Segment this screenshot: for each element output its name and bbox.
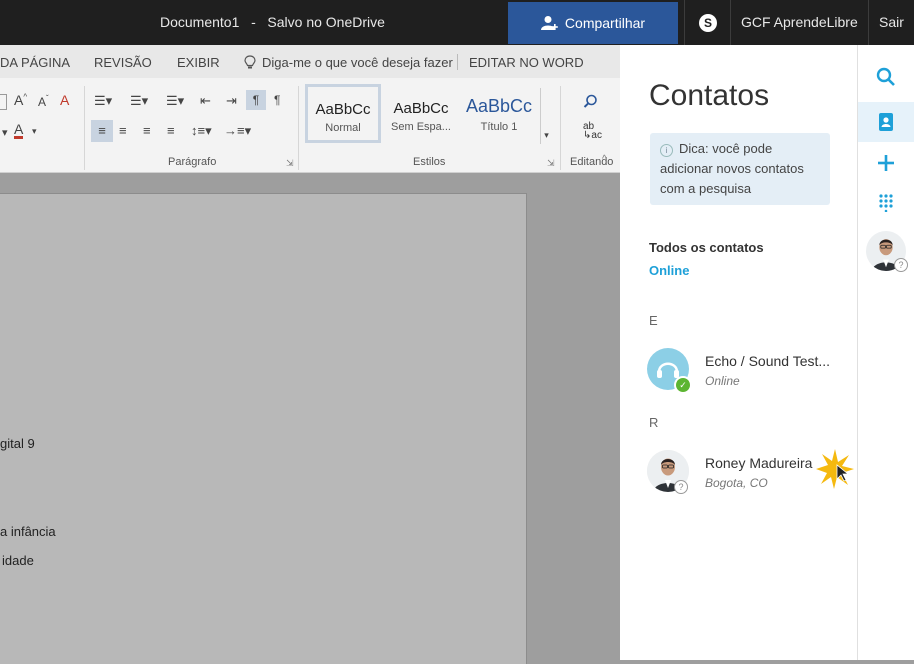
info-icon: i [660, 144, 673, 157]
increase-indent-icon[interactable]: ⇥ [226, 93, 237, 109]
lightbulb-icon [244, 55, 256, 69]
document-title: Documento1 - Salvo no OneDrive [160, 14, 385, 30]
style-sample: AaBbCc [465, 96, 533, 116]
contact-name: Roney Madureira [705, 455, 813, 471]
share-button[interactable]: Compartilhar [508, 2, 678, 44]
find-icon[interactable] [583, 94, 598, 109]
tab-view[interactable]: EXIBIR [177, 55, 220, 70]
user-account-name[interactable]: GCF AprendeLibre [730, 0, 868, 45]
document-text-line: gital 9 [0, 436, 35, 451]
unknown-status-icon: ? [894, 258, 908, 272]
style-name: Sem Espa... [391, 121, 451, 133]
add-icon [878, 155, 894, 171]
replace-icon[interactable]: ab ↳ac [583, 122, 602, 141]
save-status: Salvo no OneDrive [267, 14, 385, 30]
contact-echo-sound-test[interactable]: ✓ Echo / Sound Test... Online [647, 348, 852, 394]
click-burst-icon [816, 449, 854, 489]
share-label: Compartilhar [564, 15, 646, 31]
contacts-icon [879, 113, 893, 131]
tell-me-box[interactable]: Diga-me o que você deseja fazer [244, 55, 453, 70]
group-letter: E [649, 313, 658, 328]
add-contact-button[interactable] [858, 143, 914, 183]
align-left-icon[interactable]: ≡ [91, 120, 113, 142]
decrease-indent-icon[interactable]: ⇤ [200, 93, 211, 109]
rtl-icon[interactable]: ¶ [274, 93, 280, 107]
line-spacing-icon[interactable]: ↕≡▾ [191, 123, 212, 139]
sign-out-link[interactable]: Sair [868, 0, 914, 45]
document-area: gital 9 a infância idade [0, 173, 620, 664]
style-name: Normal [325, 122, 361, 134]
tip-box: i Dica: você pode adicionar novos contato… [650, 133, 830, 205]
tell-me-label: Diga-me o que você deseja fazer [262, 55, 453, 70]
styles-dialog-launcher-icon[interactable]: ⇲ [547, 158, 555, 169]
contacts-button[interactable] [858, 102, 914, 142]
search-icon [876, 67, 895, 86]
tab-page-layout[interactable]: DA PÁGINA [0, 55, 70, 70]
style-heading-1[interactable]: AaBbCc Título 1 [462, 84, 536, 142]
grow-font-icon[interactable]: A^ [14, 92, 27, 108]
font-size-box[interactable] [0, 94, 7, 110]
numbering-icon[interactable]: ☰▾ [130, 93, 148, 109]
title-separator: - [251, 14, 256, 30]
collapse-ribbon-icon[interactable]: ^ [602, 154, 607, 165]
font-dropdown-caret[interactable]: ▾ [2, 126, 8, 139]
group-divider [560, 86, 561, 170]
ribbon-body: A^ Aˇ A ▾ A ▾ ☰▾ ☰▾ ☰▾ ⇤ ⇥ ¶ ¶ ≡ ≡ ≡ ≡ ↕… [0, 78, 620, 173]
contact-status: Online [705, 374, 740, 388]
document-page[interactable]: gital 9 a infância idade [0, 193, 527, 664]
paragraph-spacing-icon[interactable]: →≡▾ [224, 123, 251, 139]
online-status-icon: ✓ [674, 376, 692, 394]
add-person-icon [540, 16, 558, 30]
document-text-line: idade [2, 553, 34, 568]
title-bar: Documento1 - Salvo no OneDrive Compartil… [0, 0, 914, 45]
font-color-icon[interactable]: A [14, 122, 24, 139]
style-name: Título 1 [480, 121, 518, 133]
style-sample: AaBbCc [393, 100, 449, 117]
justify-icon[interactable]: ≡ [167, 123, 175, 138]
style-normal[interactable]: AaBbCc Normal [305, 84, 381, 143]
style-no-spacing[interactable]: AaBbCc Sem Espa... [384, 84, 458, 142]
styles-group-label: Estilos [413, 156, 446, 168]
tab-divider [457, 54, 458, 70]
multilevel-list-icon[interactable]: ☰▾ [166, 93, 184, 109]
online-filter-link[interactable]: Online [649, 263, 689, 278]
group-divider [84, 86, 85, 170]
group-divider [298, 86, 299, 170]
clear-formatting-icon[interactable]: A [60, 92, 69, 108]
bullets-icon[interactable]: ☰▾ [94, 93, 112, 109]
align-center-icon[interactable]: ≡ [119, 123, 127, 138]
all-contacts-label: Todos os contatos [649, 240, 764, 255]
profile-button[interactable]: ? [858, 228, 914, 274]
style-sample: AaBbCc [315, 101, 371, 118]
align-right-icon[interactable]: ≡ [143, 123, 151, 138]
panel-title: Contatos [649, 79, 770, 112]
styles-gallery-more-icon[interactable]: ▾ [540, 88, 552, 144]
document-text-line: a infância [0, 524, 56, 539]
search-button[interactable] [858, 57, 914, 97]
contacts-panel: Contatos i Dica: você pode adicionar novo… [620, 45, 858, 660]
unknown-status-icon: ? [674, 480, 688, 494]
skype-rail: ? [858, 45, 914, 660]
dialpad-button[interactable] [858, 183, 914, 223]
skype-button[interactable]: S [684, 0, 731, 45]
ribbon-tabs: DA PÁGINA REVISÃO EXIBIR Diga-me o que v… [0, 45, 620, 78]
shrink-font-icon[interactable]: Aˇ [38, 94, 49, 109]
skype-icon: S [699, 13, 717, 32]
font-color-caret[interactable]: ▾ [32, 126, 37, 137]
paragraph-group-label: Parágrafo [168, 156, 217, 168]
contact-status: Bogota, CO [705, 476, 768, 490]
ltr-icon[interactable]: ¶ [246, 90, 266, 110]
edit-in-word-button[interactable]: EDITAR NO WORD [469, 55, 584, 70]
tip-text: Dica: você pode adicionar novos contatos… [660, 141, 804, 196]
group-letter: R [649, 415, 659, 430]
document-name: Documento1 [160, 14, 240, 30]
contact-name: Echo / Sound Test... [705, 353, 831, 369]
dialpad-icon [879, 194, 893, 212]
tab-review[interactable]: REVISÃO [94, 55, 152, 70]
paragraph-dialog-launcher-icon[interactable]: ⇲ [286, 158, 294, 169]
